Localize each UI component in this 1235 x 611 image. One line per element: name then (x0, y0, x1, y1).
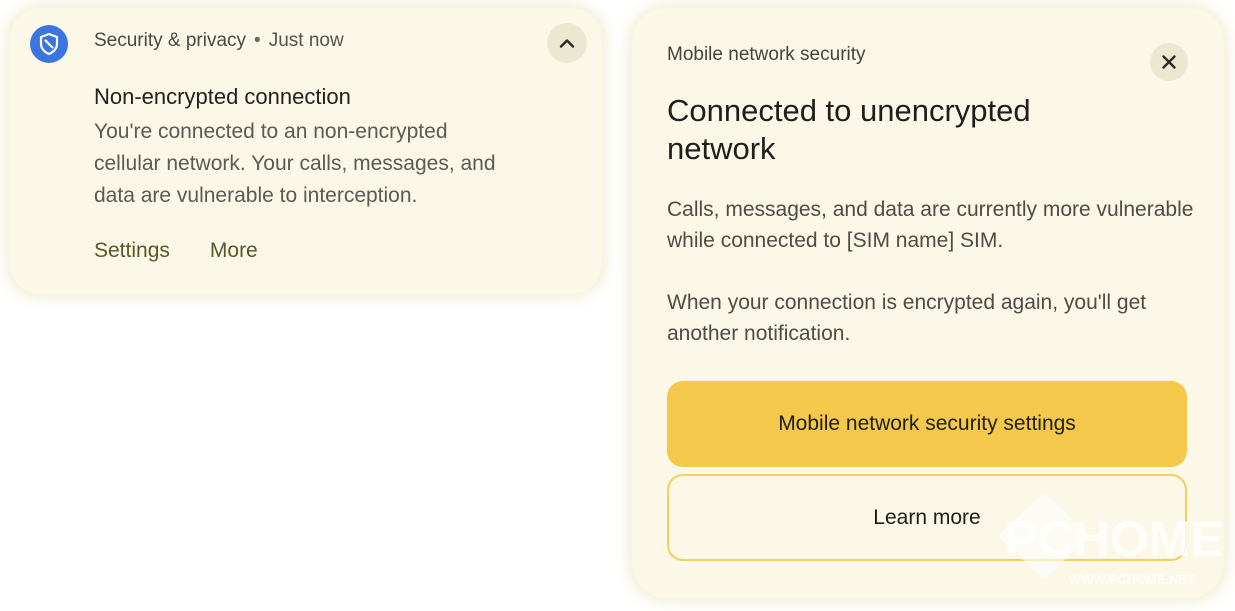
collapse-button[interactable] (547, 23, 587, 63)
dialog-paragraph-1: Calls, messages, and data are currently … (667, 198, 1194, 252)
mobile-network-security-settings-button[interactable]: Mobile network security settings (667, 381, 1187, 467)
screen: Security & privacy • Just now Non-encrypte… (0, 0, 1235, 611)
notification-actions: Settings More (94, 239, 258, 263)
network-security-dialog: Mobile network security Connected to une… (632, 8, 1224, 598)
timestamp: Just now (268, 30, 344, 51)
learn-more-button[interactable]: Learn more (667, 474, 1187, 561)
settings-action-button[interactable]: Settings (94, 239, 170, 263)
security-notification-card[interactable]: Security & privacy • Just now Non-encrypte… (10, 8, 602, 294)
app-name: Security & privacy (94, 30, 247, 51)
notification-title: Non-encrypted connection (94, 84, 351, 109)
dialog-subtitle: Mobile network security (667, 44, 866, 65)
notification-body: You're connected to an non-encrypted cel… (94, 120, 496, 207)
close-icon (1162, 55, 1176, 69)
chevron-up-icon (559, 39, 575, 48)
dialog-headline: Connected to unencrypted network (667, 93, 1031, 166)
close-button[interactable] (1150, 43, 1188, 81)
notification-header: Security & privacy • Just now (94, 30, 344, 52)
header-separator: • (254, 30, 261, 51)
shield-icon (30, 25, 68, 63)
dialog-paragraph-2: When your connection is encrypted again,… (667, 291, 1147, 345)
more-action-button[interactable]: More (210, 239, 258, 263)
